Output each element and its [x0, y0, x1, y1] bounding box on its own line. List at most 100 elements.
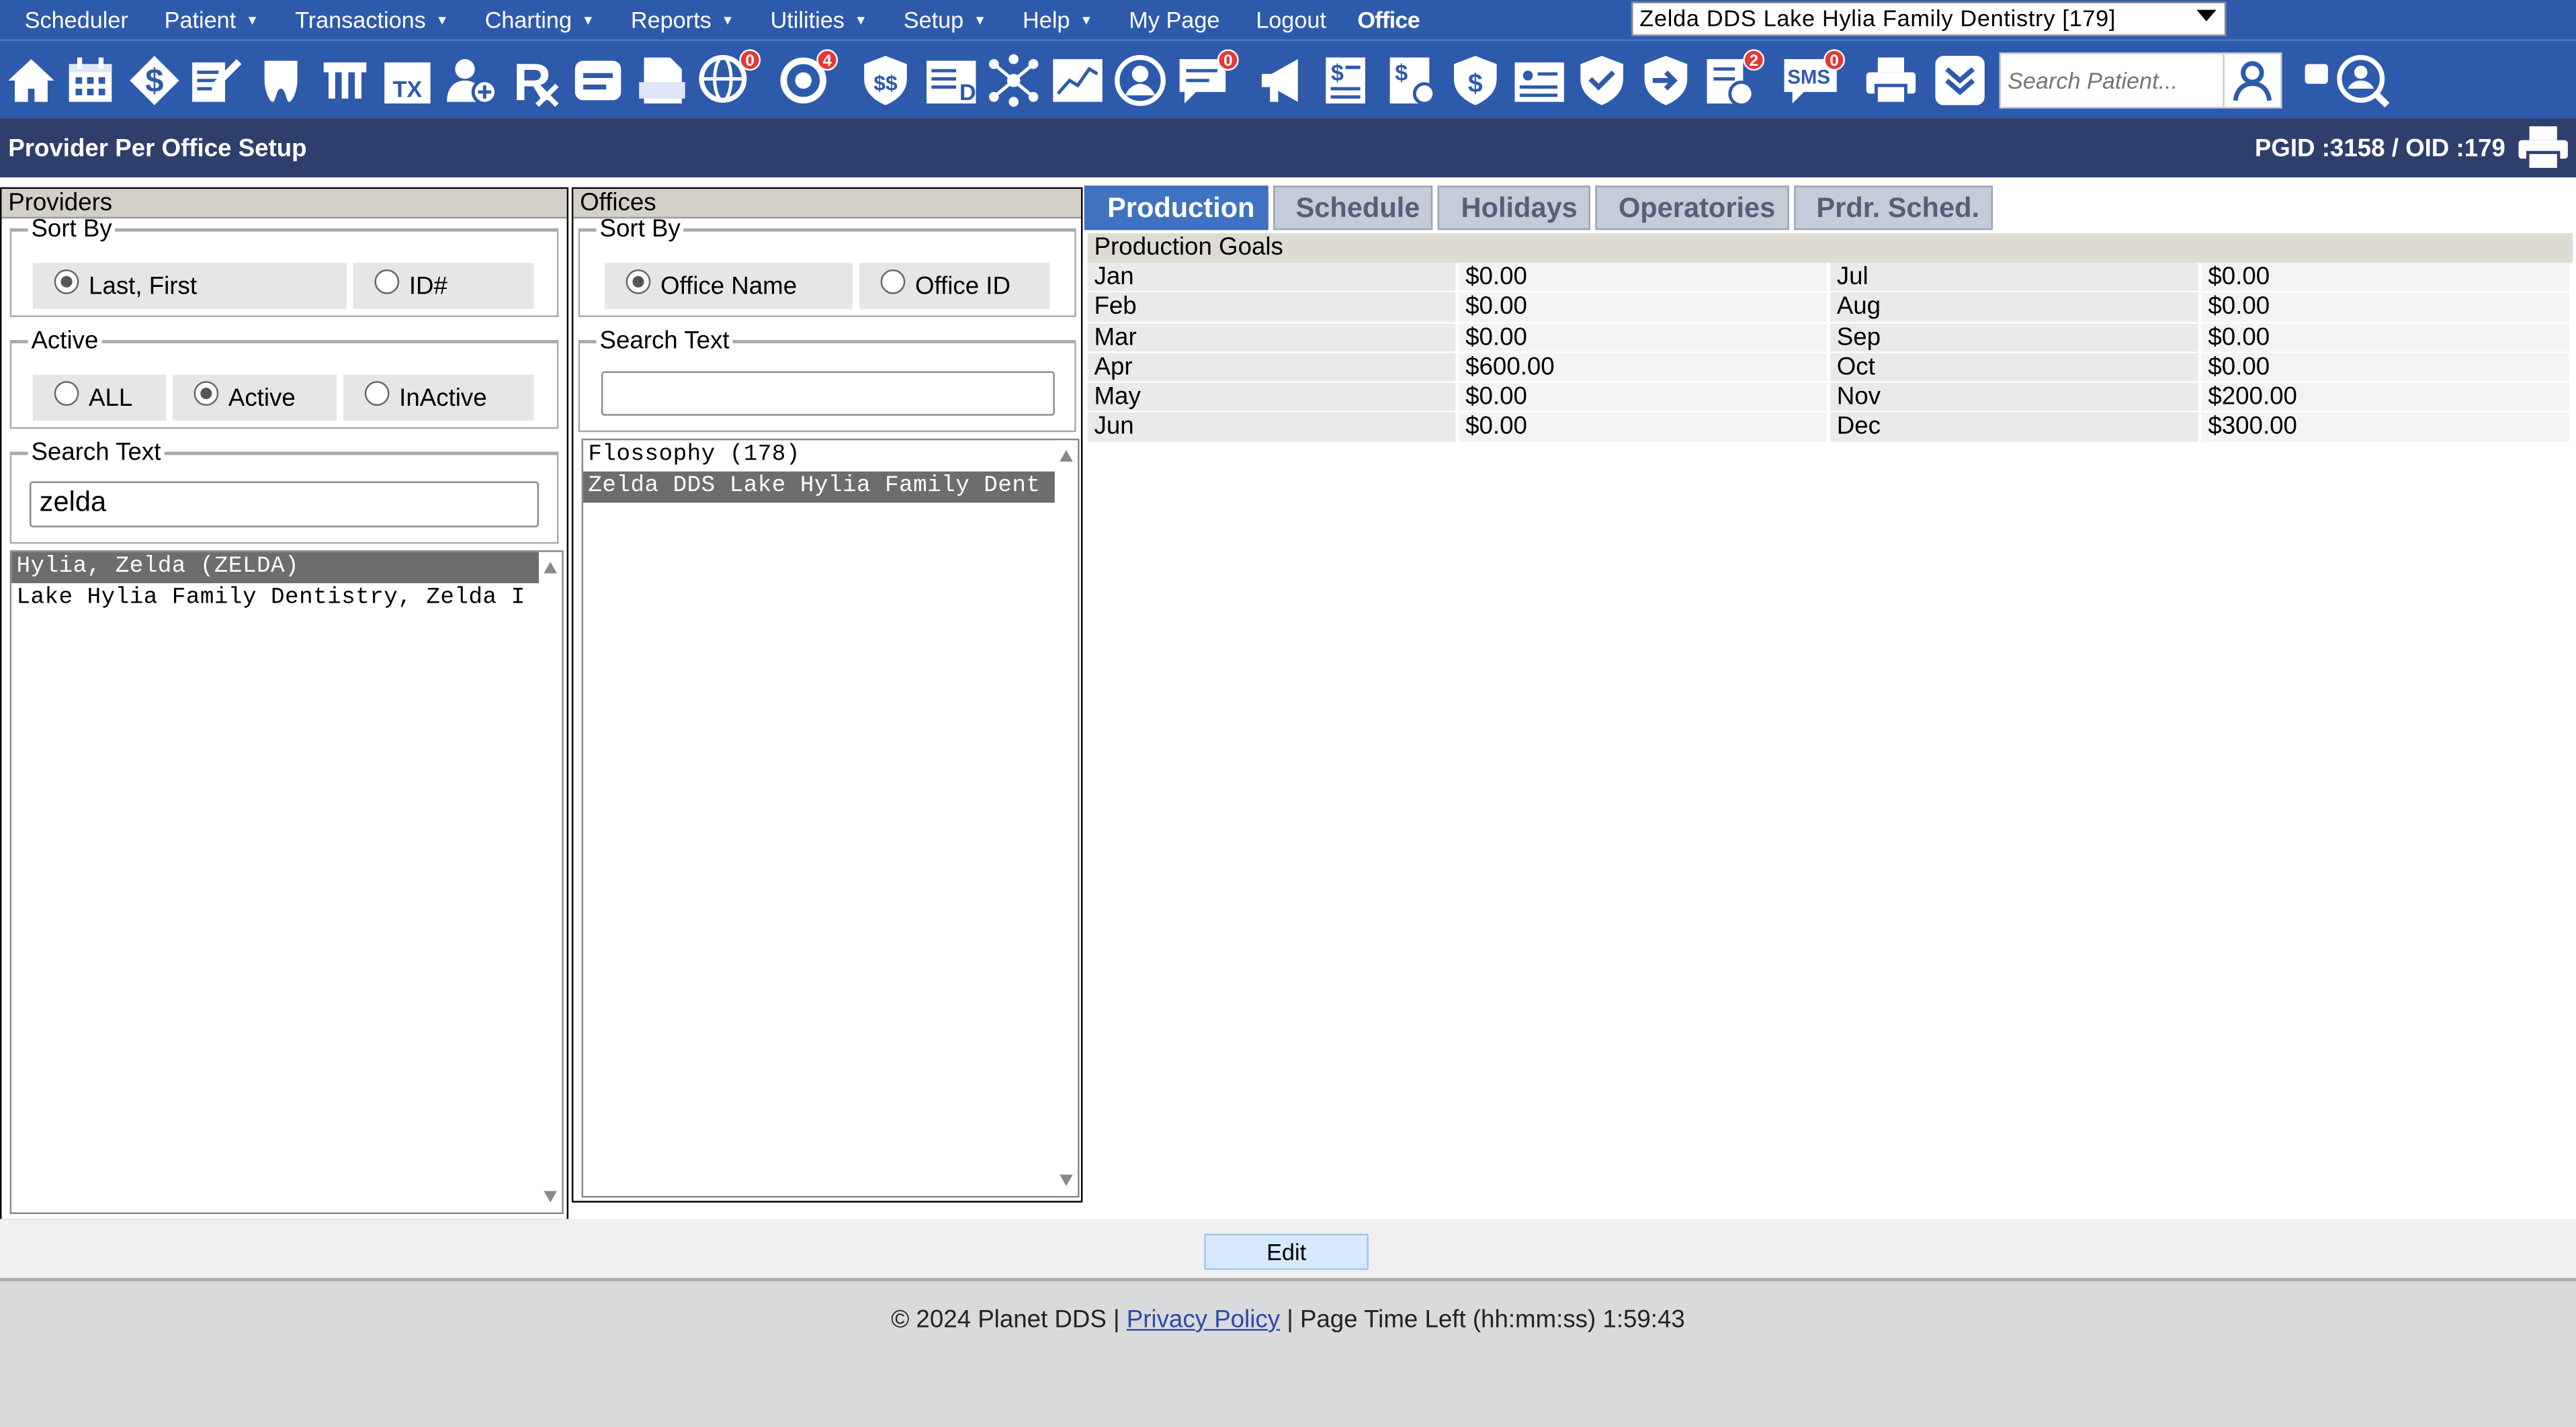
- tab-production[interactable]: Production: [1084, 185, 1269, 230]
- radio-selected-icon: [194, 380, 219, 405]
- menu-reports[interactable]: Reports ▼: [606, 0, 734, 40]
- office-label: Office: [1357, 6, 1420, 33]
- scroll-up-icon[interactable]: [544, 562, 557, 574]
- list-item[interactable]: Flossophy (178): [583, 440, 1078, 471]
- billing-settings-icon[interactable]: $: [1385, 52, 1441, 108]
- radio-selected-icon: [54, 268, 79, 294]
- menu-patient[interactable]: Patient ▼: [140, 0, 259, 40]
- menu-label: Scheduler: [24, 6, 128, 33]
- tab-schedule[interactable]: Schedule: [1273, 185, 1433, 230]
- statement-icon[interactable]: $: [1321, 52, 1377, 108]
- web-icon[interactable]: [1112, 52, 1168, 108]
- offices-scrollbar[interactable]: [1054, 440, 1078, 1197]
- edit-button[interactable]: Edit: [1204, 1234, 1369, 1270]
- month-cell: Jun: [1087, 413, 1459, 443]
- shield-arrow-icon[interactable]: [1638, 52, 1694, 108]
- menu-my-page[interactable]: My Page: [1105, 0, 1219, 40]
- tooth-icon[interactable]: [253, 52, 309, 108]
- insurance-icon[interactable]: $$: [857, 52, 913, 108]
- providers-list[interactable]: Hylia, Zelda (ZELDA) Lake Hylia Family De…: [9, 550, 564, 1215]
- setup-tabs: Production Schedule Holidays Operatories Prd…: [1084, 185, 1998, 230]
- download-icon[interactable]: [1932, 52, 1988, 108]
- menu-label: Help: [1023, 6, 1070, 33]
- sync-icon[interactable]: 4: [775, 49, 839, 108]
- treatment-calendar-icon[interactable]: TX: [380, 52, 435, 108]
- messages-icon[interactable]: 0: [1176, 49, 1239, 108]
- document-icon[interactable]: [634, 52, 690, 108]
- home-icon[interactable]: [3, 52, 59, 108]
- list-item[interactable]: Lake Hylia Family Dentistry, Zelda I: [11, 583, 562, 614]
- menu-setup[interactable]: Setup ▼: [879, 0, 987, 40]
- active-all-label: ALL: [89, 383, 133, 412]
- menu-label: Reports: [630, 6, 712, 33]
- printer-icon[interactable]: [1863, 52, 1919, 108]
- offices-search-input[interactable]: [601, 371, 1055, 416]
- privacy-policy-link[interactable]: Privacy Policy: [1127, 1306, 1280, 1334]
- chevron-down-icon: [2196, 9, 2217, 21]
- sort-last-first-radio[interactable]: Last, First: [32, 263, 347, 309]
- title-bar: Provider Per Office Setup PGID :3158 / O…: [0, 118, 2576, 178]
- shield-check-icon[interactable]: [1574, 52, 1630, 108]
- scroll-down-icon[interactable]: [1060, 1174, 1073, 1186]
- office-select[interactable]: Zelda DDS Lake Hylia Family Dentistry [1…: [1631, 1, 2227, 36]
- menu-transactions[interactable]: Transactions ▼: [270, 0, 449, 40]
- menu-help[interactable]: Help ▼: [998, 0, 1092, 40]
- ledger-icon[interactable]: D: [923, 52, 979, 108]
- active-all-radio[interactable]: ALL: [32, 374, 166, 421]
- print-icon[interactable]: [2517, 123, 2569, 172]
- providers-sort-legend: Sort By: [31, 215, 112, 243]
- search-patient-input[interactable]: [1999, 52, 2227, 109]
- month-cell: Feb: [1087, 292, 1459, 323]
- globe-icon[interactable]: 0: [698, 49, 761, 108]
- megaphone-icon[interactable]: [1255, 52, 1311, 108]
- dollar-icon[interactable]: $: [126, 52, 182, 108]
- goal-value-cell: $0.00: [1459, 383, 1830, 413]
- list-item[interactable]: Zelda DDS Lake Hylia Family Dent: [583, 471, 1078, 503]
- network-icon[interactable]: [986, 52, 1041, 108]
- menu-utilities[interactable]: Utilities ▼: [746, 0, 867, 40]
- offices-header: Offices: [573, 189, 1081, 219]
- table-row: Mar $0.00 Sep $0.00: [1087, 322, 2573, 353]
- sort-id-label: ID#: [409, 271, 447, 300]
- patient-search-button[interactable]: [2223, 52, 2282, 109]
- active-inactive-radio[interactable]: InActive: [343, 374, 534, 421]
- id-card-icon[interactable]: [1512, 52, 1568, 108]
- sort-office-name-radio[interactable]: Office Name: [604, 263, 853, 309]
- active-active-radio[interactable]: Active: [172, 374, 337, 421]
- month-cell: May: [1087, 383, 1459, 413]
- shield-dollar-icon[interactable]: $: [1447, 52, 1503, 108]
- providers-search-input[interactable]: zelda: [30, 481, 540, 527]
- chart-icon[interactable]: [1049, 52, 1105, 108]
- menu-logout[interactable]: Logout: [1232, 0, 1326, 40]
- prescription-icon[interactable]: R: [508, 52, 564, 112]
- chat-toggle-icon[interactable]: [2305, 64, 2328, 84]
- edit-chart-icon[interactable]: [187, 52, 243, 108]
- calendar-icon[interactable]: [62, 52, 118, 108]
- sms-icon[interactable]: SMS 0: [1783, 49, 1845, 108]
- tab-holidays[interactable]: Holidays: [1438, 185, 1591, 230]
- menu-scheduler[interactable]: Scheduler: [0, 0, 128, 40]
- offices-list[interactable]: Flossophy (178) Zelda DDS Lake Hylia Fami…: [581, 438, 1080, 1198]
- tab-operatories[interactable]: Operatories: [1595, 185, 1789, 230]
- production-goals-header: Production Goals: [1087, 233, 2573, 263]
- sort-office-id-radio[interactable]: Office ID: [859, 263, 1050, 309]
- scroll-down-icon[interactable]: [544, 1191, 557, 1203]
- add-user-icon[interactable]: [443, 52, 499, 108]
- providers-scrollbar[interactable]: [539, 552, 562, 1213]
- sort-id-radio[interactable]: ID#: [353, 263, 534, 309]
- notes-icon[interactable]: [570, 52, 626, 108]
- list-item[interactable]: Hylia, Zelda (ZELDA): [11, 552, 562, 584]
- month-cell: Apr: [1087, 353, 1459, 384]
- goal-value-cell: $0.00: [2201, 353, 2573, 384]
- group-search-icon[interactable]: [2335, 52, 2391, 108]
- checklist-icon[interactable]: 2: [1702, 49, 1765, 108]
- sort-office-id-label: Office ID: [914, 271, 1011, 300]
- tab-prdr-sched[interactable]: Prdr. Sched.: [1793, 185, 1993, 230]
- goal-value-cell: $0.00: [1459, 292, 1830, 323]
- sms-badge: 0: [1823, 49, 1845, 71]
- menu-charting[interactable]: Charting ▼: [460, 0, 595, 40]
- providers-active-legend: Active: [31, 327, 99, 355]
- teeth-icon[interactable]: [317, 52, 373, 108]
- scroll-up-icon[interactable]: [1060, 449, 1073, 462]
- month-cell: Sep: [1830, 322, 2202, 353]
